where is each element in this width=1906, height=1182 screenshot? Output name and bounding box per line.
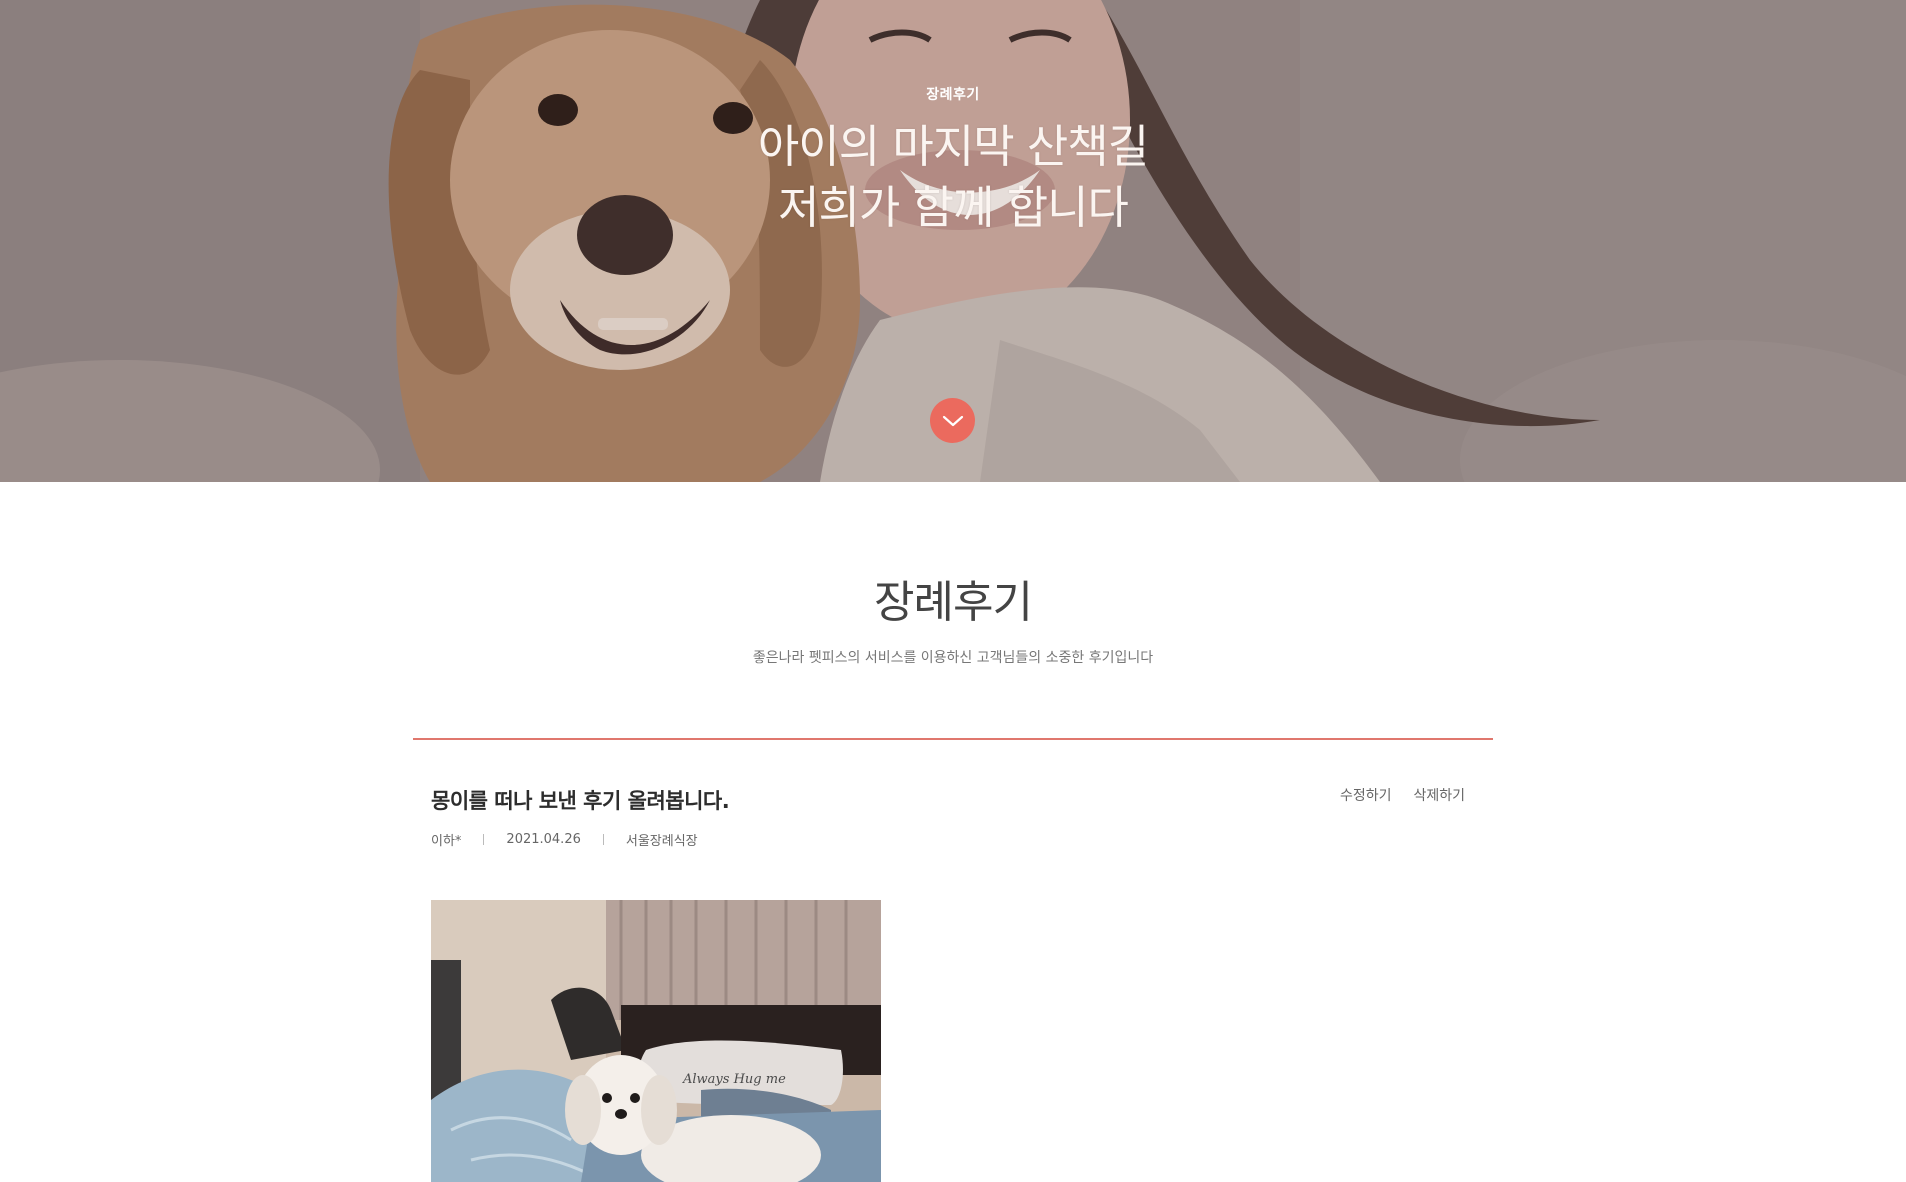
post-title: 몽이를 떠나 보낸 후기 올려봅니다.: [431, 789, 730, 813]
post-meta: 이하* 2021.04.26 서울장례식장: [431, 830, 698, 849]
edit-button[interactable]: 수정하기: [1340, 785, 1392, 805]
post-date: 2021.04.26: [506, 832, 581, 847]
pillow-text: Always Hug me: [682, 1072, 786, 1087]
chevron-down-icon: [942, 415, 963, 426]
section-title: 장례후기: [874, 577, 1033, 628]
scroll-down-button[interactable]: [930, 398, 975, 443]
delete-button[interactable]: 삭제하기: [1414, 785, 1466, 805]
post-actions: 수정하기 삭제하기: [1340, 785, 1465, 805]
section-divider: [413, 738, 1493, 740]
hero-title-line2: 저희가 함께 합니다: [778, 181, 1129, 234]
meta-divider: [483, 834, 485, 845]
post-location: 서울장례식장: [625, 834, 698, 849]
post-photo: Always Hug me: [431, 900, 881, 1182]
section-description: 좋은나라 펫피스의 서비스를 이용하신 고객님들의 소중한 후기입니다: [752, 650, 1154, 666]
hero-title: 아이의 마지막 산책길 저희가 함께 합니다: [0, 116, 1906, 238]
post-author: 이하*: [431, 834, 462, 849]
hero-title-line1: 아이의 마지막 산책길: [757, 120, 1149, 173]
hero-banner: 장례후기 아이의 마지막 산책길 저희가 함께 합니다: [0, 0, 1906, 482]
hero-eyebrow: 장례후기: [926, 87, 980, 103]
post-image: Always Hug me: [431, 900, 881, 1182]
meta-divider: [602, 834, 604, 845]
